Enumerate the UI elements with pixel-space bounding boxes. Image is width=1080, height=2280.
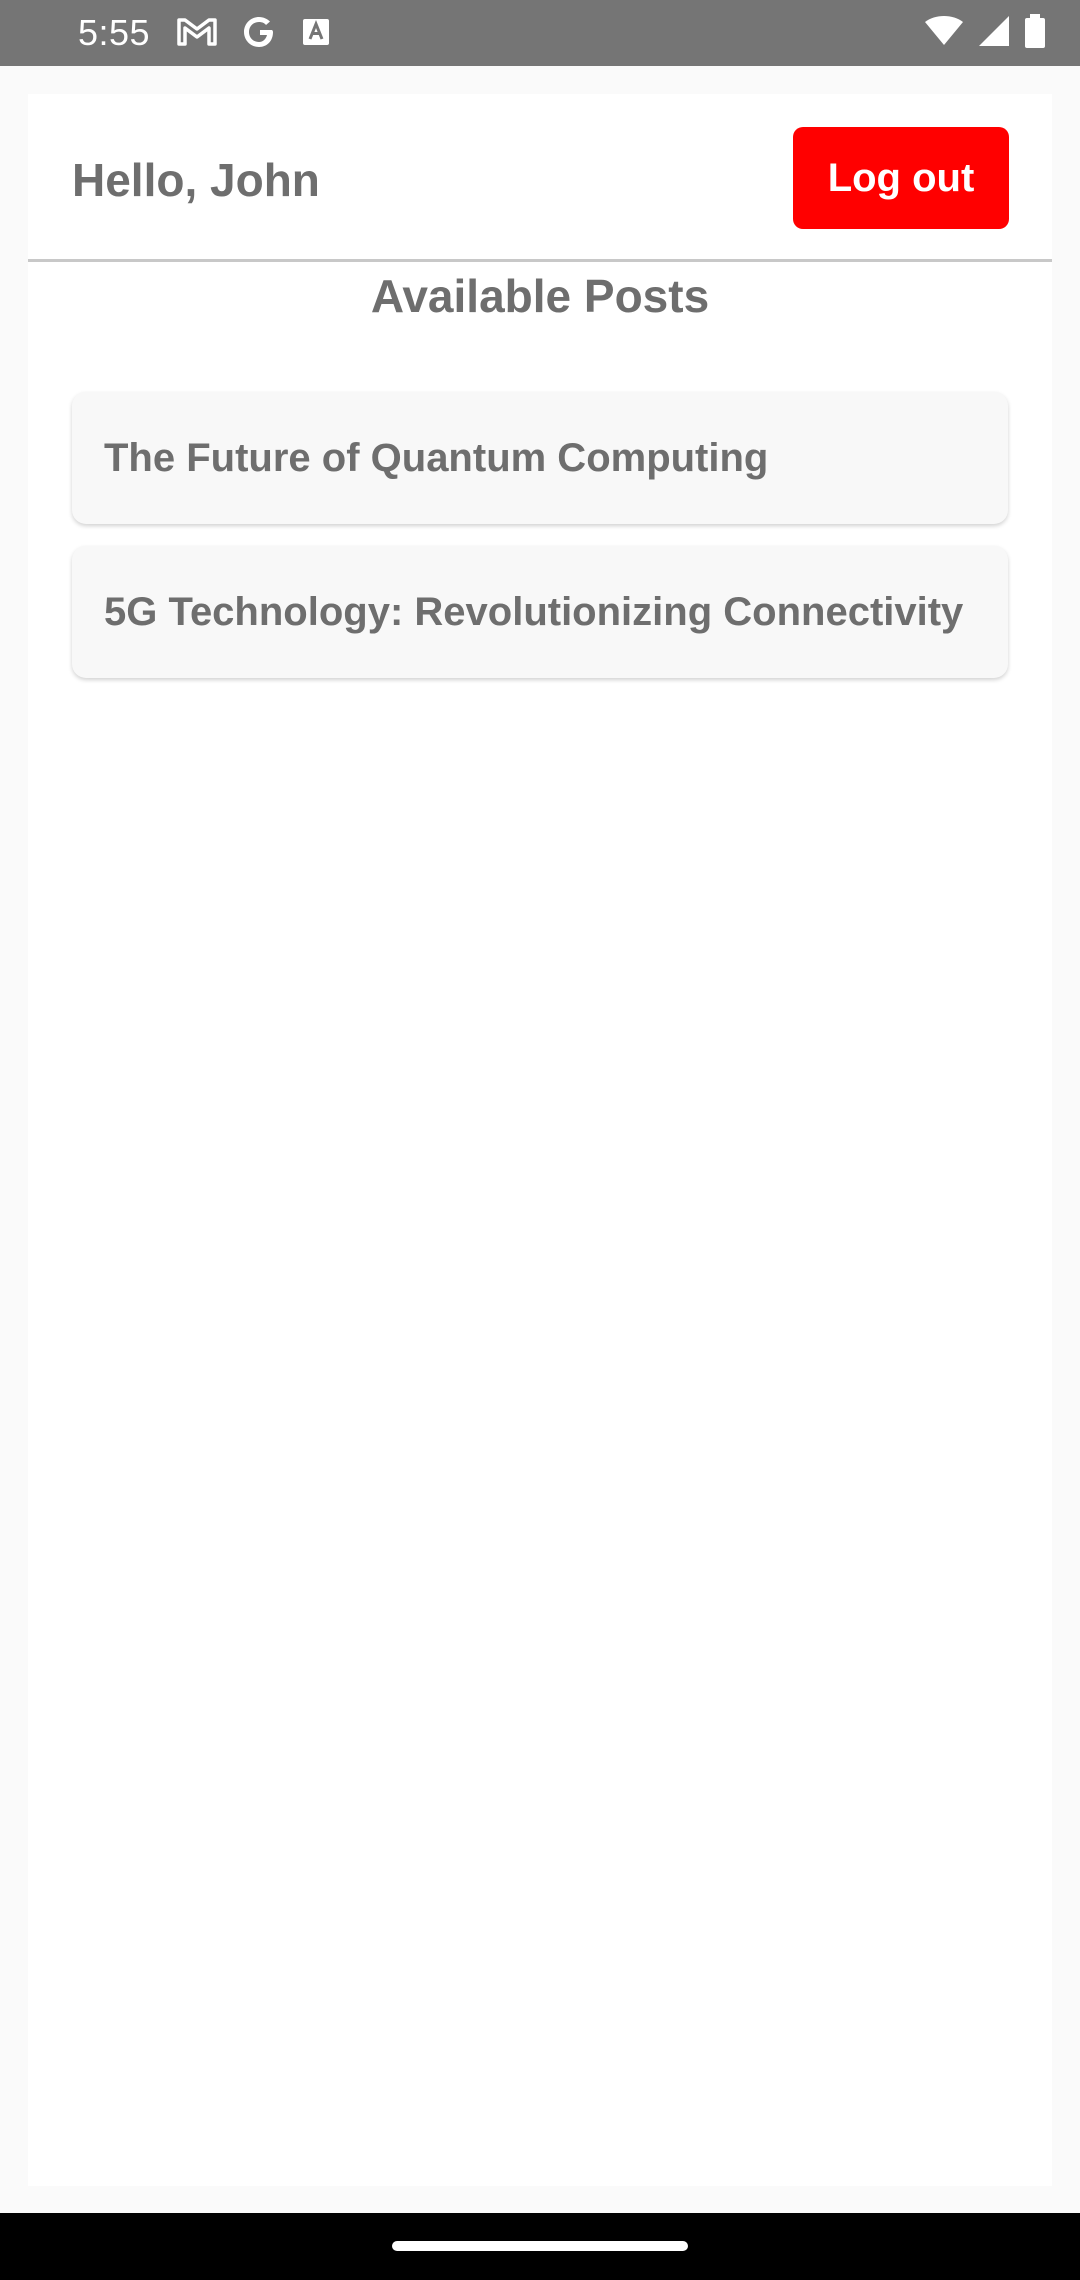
status-bar: 5:55 [0,0,1080,66]
status-time: 5:55 [78,12,151,53]
post-card-quantum-computing[interactable]: The Future of Quantum Computing [72,392,1008,524]
post-title: 5G Technology: Revolutionizing Connectiv… [104,590,964,634]
post-list: The Future of Quantum Computing 5G Techn… [72,392,1008,700]
google-icon [242,14,278,55]
post-card-5g-technology[interactable]: 5G Technology: Revolutionizing Connectiv… [72,546,1008,678]
font-a-icon [302,18,330,51]
signal-icon [978,15,1010,52]
wifi-icon [924,15,964,52]
battery-icon [1024,14,1046,53]
gmail-icon [176,16,218,53]
section-title: Available Posts [370,270,710,322]
system-navigation-bar [0,2213,1080,2280]
logout-button[interactable]: Log out [793,127,1009,229]
system-icons [924,14,1046,53]
home-indicator[interactable] [392,2241,688,2251]
post-title: The Future of Quantum Computing [104,436,769,480]
notification-icons [176,14,330,55]
app-container: Hello, John Log out Available Posts The … [28,94,1052,2186]
app-header: Hello, John Log out [28,94,1052,262]
greeting-text: Hello, John [72,154,320,206]
